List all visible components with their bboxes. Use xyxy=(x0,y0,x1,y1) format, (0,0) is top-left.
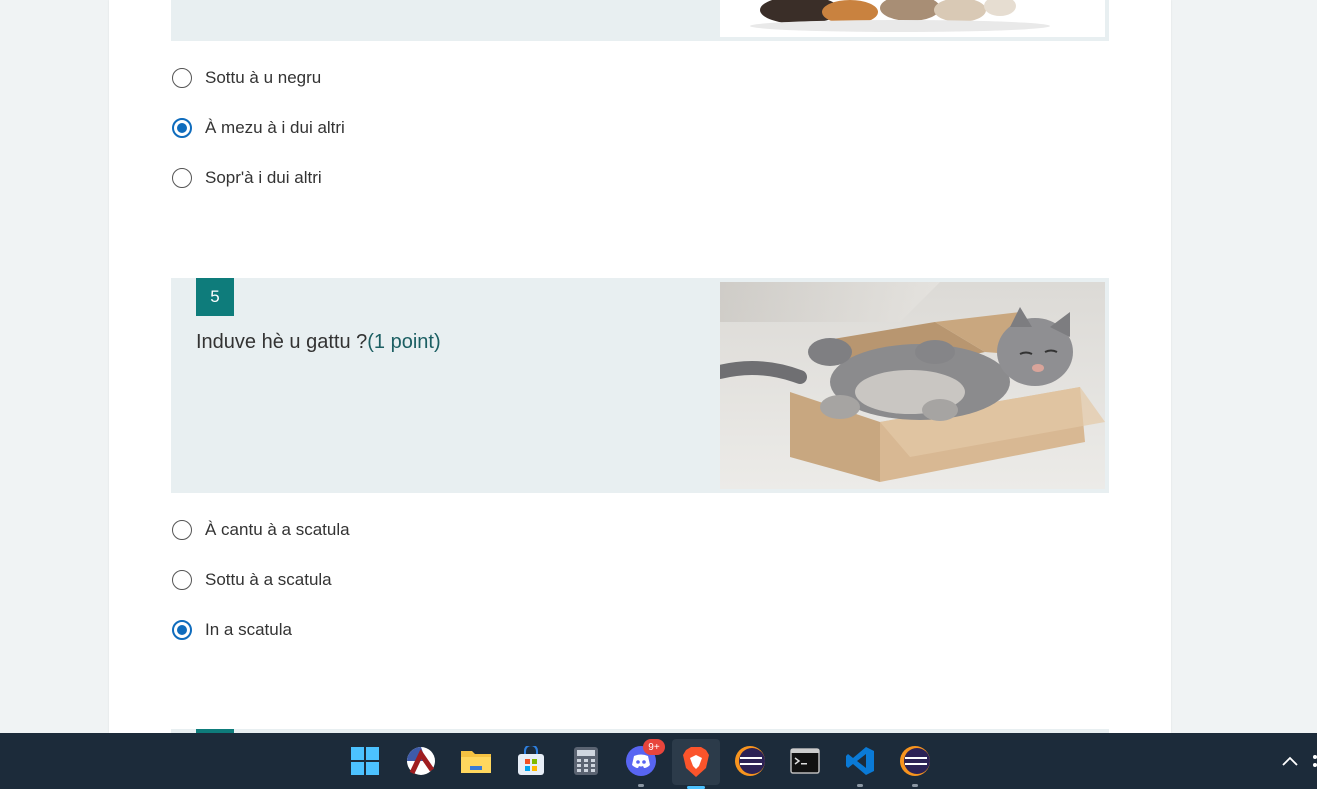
taskbar: 9+ xyxy=(0,733,1317,789)
brave-browser-icon[interactable] xyxy=(672,739,720,789)
windows-start-icon[interactable] xyxy=(347,743,383,779)
racket-icon[interactable] xyxy=(403,743,439,779)
option-label: In a scatula xyxy=(205,620,292,639)
radio-button[interactable] xyxy=(172,68,192,88)
file-explorer-icon[interactable] xyxy=(458,743,494,779)
q4-option-2[interactable]: À mezu à i dui altri xyxy=(172,115,345,141)
question-title: Induve hè u gattu ?(1 point) xyxy=(196,331,441,354)
microsoft-store-icon[interactable] xyxy=(513,743,549,779)
running-indicator xyxy=(638,784,644,787)
radio-button[interactable] xyxy=(172,570,192,590)
vscode-icon[interactable] xyxy=(842,743,878,787)
tray-icon[interactable] xyxy=(1306,743,1317,779)
eclipse-icon[interactable] xyxy=(732,743,768,779)
discord-icon[interactable]: 9+ xyxy=(623,739,665,787)
q5-option-3[interactable]: In a scatula xyxy=(172,617,292,643)
question-points: (1 point) xyxy=(367,331,441,353)
option-label: À mezu à i dui altri xyxy=(205,118,345,137)
question-5-image-cat-in-box xyxy=(720,282,1105,489)
eclipse-icon-2[interactable] xyxy=(897,743,933,787)
q5-option-2[interactable]: Sottu à a scatula xyxy=(172,567,332,593)
option-label: Sopr'à i dui altri xyxy=(205,168,322,187)
notification-badge: 9+ xyxy=(643,739,665,755)
terminal-icon[interactable] xyxy=(787,743,823,779)
radio-button-selected[interactable] xyxy=(172,620,192,640)
question-4-image xyxy=(720,0,1105,37)
option-label: À cantu à a scatula xyxy=(205,520,350,539)
radio-button[interactable] xyxy=(172,168,192,188)
option-label: Sottu à u negru xyxy=(205,68,322,87)
running-indicator xyxy=(857,784,863,787)
form-card: Sottu à u negru À mezu à i dui altri Sop… xyxy=(109,0,1171,739)
q4-option-3[interactable]: Sopr'à i dui altri xyxy=(172,165,322,191)
question-number: 5 xyxy=(196,278,234,316)
calculator-icon[interactable] xyxy=(568,743,604,779)
q4-option-1[interactable]: Sottu à u negru xyxy=(172,65,321,91)
question-5-header: 5 Induve hè u gattu ?(1 point) xyxy=(171,278,1109,493)
radio-button-selected[interactable] xyxy=(172,118,192,138)
question-4-header xyxy=(171,0,1109,41)
chevron-up-icon[interactable] xyxy=(1276,743,1304,779)
radio-button[interactable] xyxy=(172,520,192,540)
option-label: Sottu à a scatula xyxy=(205,570,332,589)
running-indicator xyxy=(912,784,918,787)
question-text: Induve hè u gattu ? xyxy=(196,331,368,353)
q5-option-1[interactable]: À cantu à a scatula xyxy=(172,517,350,543)
